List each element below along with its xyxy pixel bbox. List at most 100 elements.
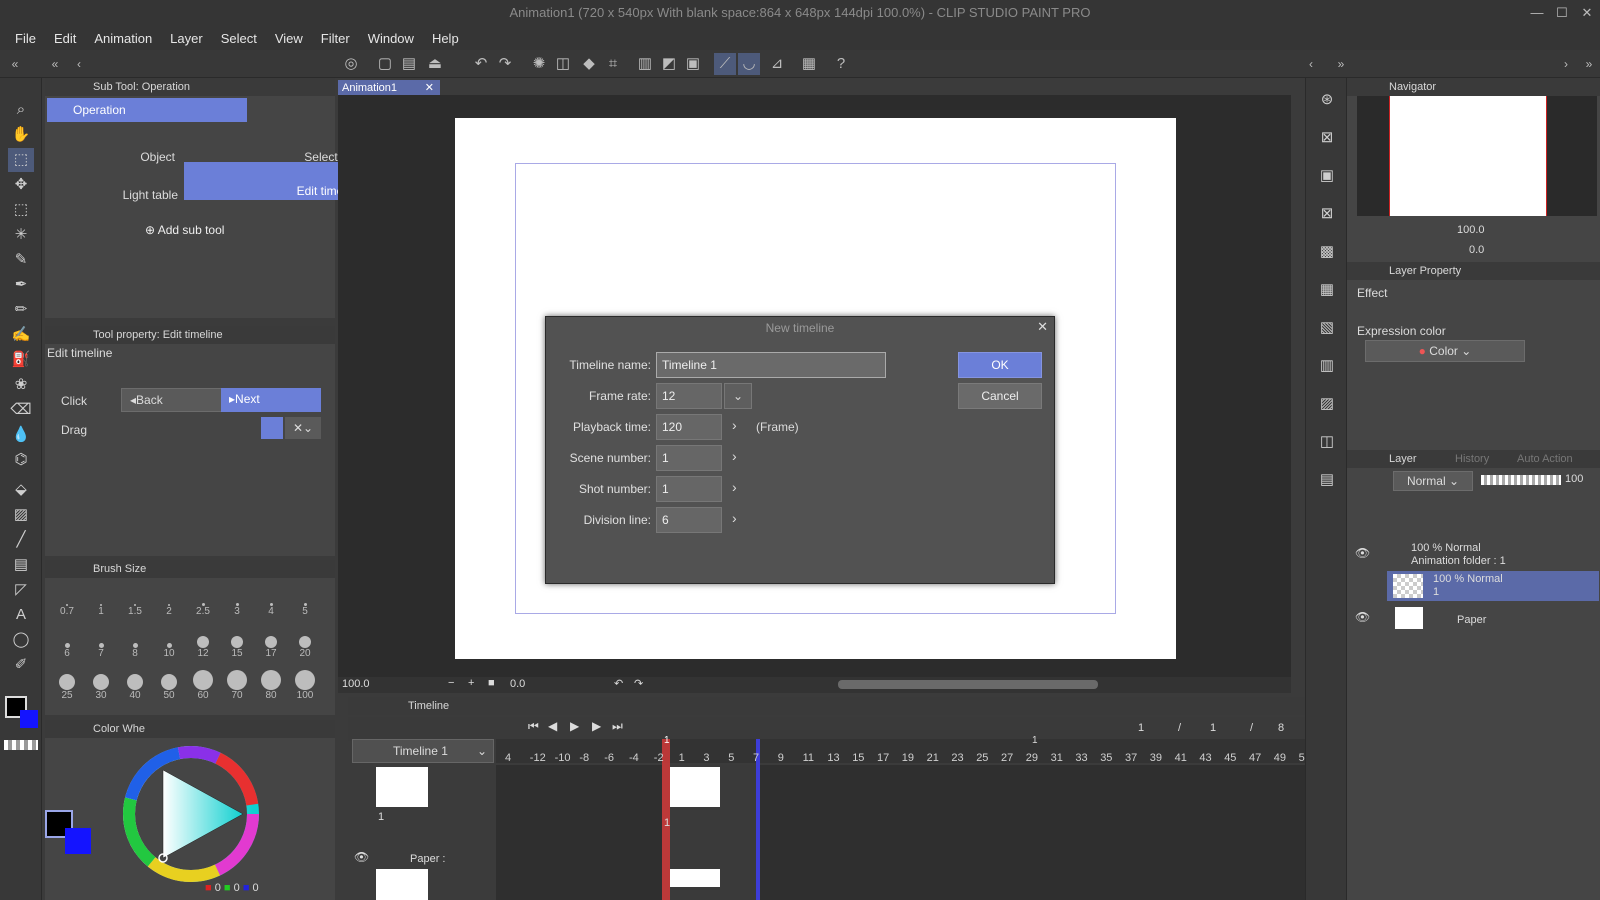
subtool-object[interactable]: Object — [45, 126, 181, 164]
brush-size-cell[interactable]: 80 — [255, 670, 287, 701]
material-search-icon[interactable]: ⊛ — [1314, 88, 1340, 112]
collapse-left-icon[interactable]: « — [4, 53, 26, 75]
tab-auto-action[interactable]: Auto Action — [1517, 450, 1573, 468]
frame-rate-dropdown[interactable]: ⌄ — [724, 383, 752, 409]
brush-size-cell[interactable]: 7 — [85, 628, 117, 659]
fit-icon[interactable]: ■ — [488, 677, 495, 689]
brush-size-cell[interactable]: 100 — [289, 670, 321, 701]
add-subtool-button[interactable]: ⊕ Add sub tool — [145, 223, 224, 237]
pencil-tool-icon[interactable]: ✏ — [8, 298, 34, 322]
next-frame-icon[interactable]: ▶ — [592, 719, 601, 733]
navigator-angle[interactable]: 0.0 — [1469, 244, 1484, 256]
move-layer-tool-icon[interactable]: ✥ — [8, 173, 34, 197]
drag-mode-dropdown[interactable]: ✕⌄ — [285, 417, 321, 439]
snap-ruler-icon[interactable]: ⟋ — [714, 53, 736, 75]
3d-tool-icon[interactable]: ⌬ — [8, 448, 34, 472]
clear-outside-icon[interactable]: ◫ — [552, 53, 574, 75]
auto-select-tool-icon[interactable]: ✳ — [8, 223, 34, 247]
chevron-left-icon[interactable]: ‹ — [68, 53, 90, 75]
brush-size-cell[interactable]: 25 — [51, 670, 83, 701]
scene-number-input[interactable]: 1 — [656, 445, 722, 471]
brush-size-cell[interactable]: 15 — [221, 628, 253, 659]
collapse-left-icon-2[interactable]: « — [44, 53, 66, 75]
sub-color-swatch[interactable] — [20, 710, 38, 728]
canvas-h-scrollbar[interactable] — [838, 680, 1098, 689]
menu-view[interactable]: View — [266, 31, 312, 46]
undo-icon[interactable]: ↶ — [470, 53, 492, 75]
brush-size-cell[interactable]: 8 — [119, 628, 151, 659]
material-panel-icon-3[interactable]: ⊠ — [1314, 202, 1340, 226]
maximize-button[interactable]: ☐ — [1550, 0, 1574, 26]
brush-size-cell[interactable]: 1 — [85, 586, 117, 617]
playback-time-input[interactable]: 120 — [656, 414, 722, 440]
menu-layer[interactable]: Layer — [161, 31, 212, 46]
expand-right-icon[interactable]: » — [1330, 53, 1352, 75]
material-panel-icon-7[interactable]: ▥ — [1314, 354, 1340, 378]
pen-tool-icon[interactable]: ✒ — [8, 273, 34, 297]
back-button[interactable]: ◂Back — [121, 388, 223, 412]
hand-tool-icon[interactable]: ✋ — [8, 123, 34, 147]
prev-frame-icon[interactable]: ◀ — [548, 719, 557, 733]
color-wheel[interactable] — [121, 744, 261, 884]
material-panel-icon-9[interactable]: ◫ — [1314, 430, 1340, 454]
transform-icon[interactable]: ⌗ — [602, 53, 624, 75]
layer-row-folder[interactable]: 👁 100 % Normal Animation folder : 1 — [1347, 540, 1600, 570]
scene-arrow-icon[interactable]: › — [732, 448, 737, 464]
blend-mode-dropdown[interactable]: Normal ⌄ — [1393, 471, 1473, 491]
close-window-button[interactable]: ✕ — [1575, 0, 1599, 26]
fill-icon[interactable]: ◆ — [578, 53, 600, 75]
timeline-tracks[interactable] — [496, 765, 1305, 900]
save-icon[interactable]: ⏏ — [424, 53, 446, 75]
brush-size-cell[interactable]: 0.7 — [51, 586, 83, 617]
open-file-icon[interactable]: ▤ — [398, 53, 420, 75]
selection-tool-icon[interactable]: ⬚ — [8, 198, 34, 222]
playback-arrow-icon[interactable]: › — [732, 417, 737, 433]
first-frame-icon[interactable]: ⏮ — [528, 719, 539, 734]
layer-row-paper[interactable]: 👁 Paper — [1347, 604, 1600, 634]
paper-eye-icon[interactable]: 👁 — [1355, 610, 1370, 624]
brush-size-cell[interactable]: 20 — [289, 628, 321, 659]
correct-line-tool-icon[interactable]: ✐ — [8, 653, 34, 677]
navigator-zoom[interactable]: 100.0 — [1457, 224, 1485, 236]
material-panel-icon-4[interactable]: ▩ — [1314, 240, 1340, 264]
canvas-rotation-value[interactable]: 0.0 — [510, 678, 525, 690]
drag-mode-icon[interactable] — [261, 417, 283, 439]
brush-size-cell[interactable]: 2 — [153, 586, 185, 617]
opacity-slider[interactable] — [1481, 475, 1561, 485]
frame-border-tool-icon[interactable]: ▤ — [8, 553, 34, 577]
navigator-preview[interactable] — [1357, 96, 1597, 216]
brush-size-cell[interactable]: 17 — [255, 628, 287, 659]
ruler-tool-icon[interactable]: ◸ — [8, 578, 34, 602]
zoom-out-icon[interactable]: − — [448, 677, 454, 689]
material-panel-icon-5[interactable]: ▦ — [1314, 278, 1340, 302]
frame-rate-input[interactable]: 12 — [656, 383, 722, 409]
chevron-left-icon-right[interactable]: ‹ — [1300, 53, 1322, 75]
division-line-input[interactable]: 6 — [656, 507, 722, 533]
expression-color-dropdown[interactable]: ● Color ⌄ — [1365, 340, 1525, 362]
shot-number-input[interactable]: 1 — [656, 476, 722, 502]
brush-size-cell[interactable]: 1.5 — [119, 586, 151, 617]
menu-select[interactable]: Select — [212, 31, 266, 46]
paper-track-eye-icon[interactable]: 👁 — [354, 850, 369, 864]
brush-size-cell[interactable]: 5 — [289, 586, 321, 617]
ruler-icon[interactable]: ▦ — [798, 53, 820, 75]
minimize-button[interactable]: — — [1525, 0, 1549, 26]
opacity-value[interactable]: 100 — [1565, 473, 1583, 485]
tab-history[interactable]: History — [1455, 450, 1489, 468]
wheel-sub-color[interactable] — [65, 828, 91, 854]
eyedropper-tool-icon[interactable]: ✎ — [8, 248, 34, 272]
snap-special-ruler-icon[interactable]: ◡ — [738, 53, 760, 75]
brush-size-cell[interactable]: 10 — [153, 628, 185, 659]
menu-animation[interactable]: Animation — [85, 31, 161, 46]
subtool-group-tab[interactable]: Operation — [47, 98, 247, 122]
new-file-icon[interactable]: ▢ — [374, 53, 396, 75]
canvas-zoom-value[interactable]: 100.0 — [342, 678, 370, 690]
blend-tool-icon[interactable]: 💧 — [8, 423, 34, 447]
brush-size-cell[interactable]: 60 — [187, 670, 219, 701]
eye-icon[interactable]: 👁 — [1355, 546, 1370, 560]
menu-edit[interactable]: Edit — [45, 31, 85, 46]
timeline-name-input[interactable]: Timeline 1 — [656, 352, 886, 378]
operation-tool-icon[interactable]: ⬚ — [8, 148, 34, 172]
brush-size-cell[interactable]: 6 — [51, 628, 83, 659]
airbrush-tool-icon[interactable]: ⛽ — [8, 348, 34, 372]
